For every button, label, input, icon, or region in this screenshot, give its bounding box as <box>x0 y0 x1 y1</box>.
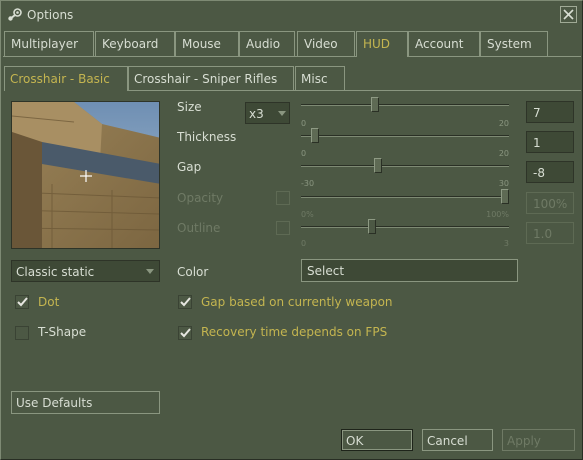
steam-icon <box>8 8 22 21</box>
outline-max-label: 3 <box>503 239 509 248</box>
thickness-slider-thumb[interactable] <box>311 128 319 143</box>
subtab-crosshair-basic[interactable]: Crosshair - Basic <box>4 66 128 91</box>
checkmark-icon <box>179 297 191 307</box>
tab-strip-divider <box>3 56 356 57</box>
tab-mouse[interactable]: Mouse <box>175 31 239 56</box>
window-title: Options <box>27 8 74 22</box>
opacity-slider-thumb[interactable] <box>501 189 509 204</box>
outline-label: Outline <box>177 221 221 235</box>
close-icon <box>563 9 574 20</box>
gap-weapon-label: Gap based on currently weapon <box>201 295 393 309</box>
crosshair-style-value: Classic static <box>16 265 95 279</box>
size-label: Size <box>177 100 202 114</box>
size-min-label: 0 <box>301 119 307 128</box>
size-multiplier-value: x3 <box>249 107 264 121</box>
thickness-value-field[interactable]: 1 <box>526 131 574 153</box>
gap-value-field[interactable]: -8 <box>526 161 574 183</box>
color-select-button[interactable]: Select <box>301 259 518 282</box>
gap-label: Gap <box>177 160 202 174</box>
t-shape-checkbox[interactable] <box>15 326 29 340</box>
size-slider-thumb[interactable] <box>371 97 379 112</box>
opacity-checkbox[interactable] <box>276 191 290 205</box>
subtab-misc[interactable]: Misc <box>295 66 345 90</box>
opacity-label: Opacity <box>177 191 224 205</box>
size-max-label: 20 <box>498 119 509 128</box>
tab-keyboard[interactable]: Keyboard <box>95 31 175 56</box>
subtab-crosshair-sniper[interactable]: Crosshair - Sniper Rifles <box>128 66 294 90</box>
thickness-min-label: 0 <box>301 149 307 158</box>
use-defaults-button[interactable]: Use Defaults <box>11 391 160 414</box>
thickness-label: Thickness <box>177 130 237 144</box>
dot-label: Dot <box>38 295 60 309</box>
size-value-field[interactable]: 7 <box>526 101 574 123</box>
outline-min-label: 0 <box>301 239 307 248</box>
apply-button[interactable]: Apply <box>502 429 575 451</box>
opacity-value-field[interactable]: 100% <box>526 192 574 214</box>
color-label: Color <box>177 265 209 279</box>
outline-slider-thumb[interactable] <box>367 219 376 234</box>
recovery-fps-checkbox[interactable] <box>178 326 192 340</box>
recovery-fps-label: Recovery time depends on FPS <box>201 325 388 339</box>
t-shape-label: T-Shape <box>38 325 87 339</box>
thickness-max-label: 20 <box>498 149 509 158</box>
options-dialog: Options Multiplayer Keyboard Mouse Audio… <box>0 0 583 460</box>
chevron-down-icon <box>146 269 154 274</box>
preview-scene <box>12 102 159 248</box>
opacity-min-label: 0% <box>301 210 314 219</box>
outline-value-field[interactable]: 1.0 <box>526 222 574 244</box>
close-button[interactable] <box>560 6 577 23</box>
dot-checkbox[interactable] <box>15 295 29 309</box>
tab-multiplayer[interactable]: Multiplayer <box>4 31 94 56</box>
gap-slider-thumb[interactable] <box>374 158 383 173</box>
checkmark-icon <box>179 328 191 338</box>
tab-system[interactable]: System <box>480 31 548 56</box>
gap-max-label: 30 <box>498 179 509 188</box>
crosshair-preview <box>11 101 160 249</box>
checkmark-icon <box>16 297 28 307</box>
ok-button[interactable]: OK <box>341 429 413 451</box>
chevron-down-icon <box>278 111 286 116</box>
tab-hud[interactable]: HUD <box>356 31 408 57</box>
gap-weapon-checkbox[interactable] <box>178 295 192 309</box>
tab-video[interactable]: Video <box>297 31 355 56</box>
tab-strip-divider <box>408 56 581 57</box>
outline-checkbox[interactable] <box>276 221 290 235</box>
crosshair-style-dropdown[interactable]: Classic static <box>11 260 160 282</box>
opacity-max-label: 100% <box>486 210 509 219</box>
size-multiplier-dropdown[interactable]: x3 <box>245 102 290 124</box>
gap-min-label: -30 <box>301 179 315 188</box>
cancel-button[interactable]: Cancel <box>422 429 493 451</box>
subtab-divider <box>128 90 581 91</box>
tab-audio[interactable]: Audio <box>239 31 295 56</box>
tab-account[interactable]: Account <box>408 31 480 56</box>
